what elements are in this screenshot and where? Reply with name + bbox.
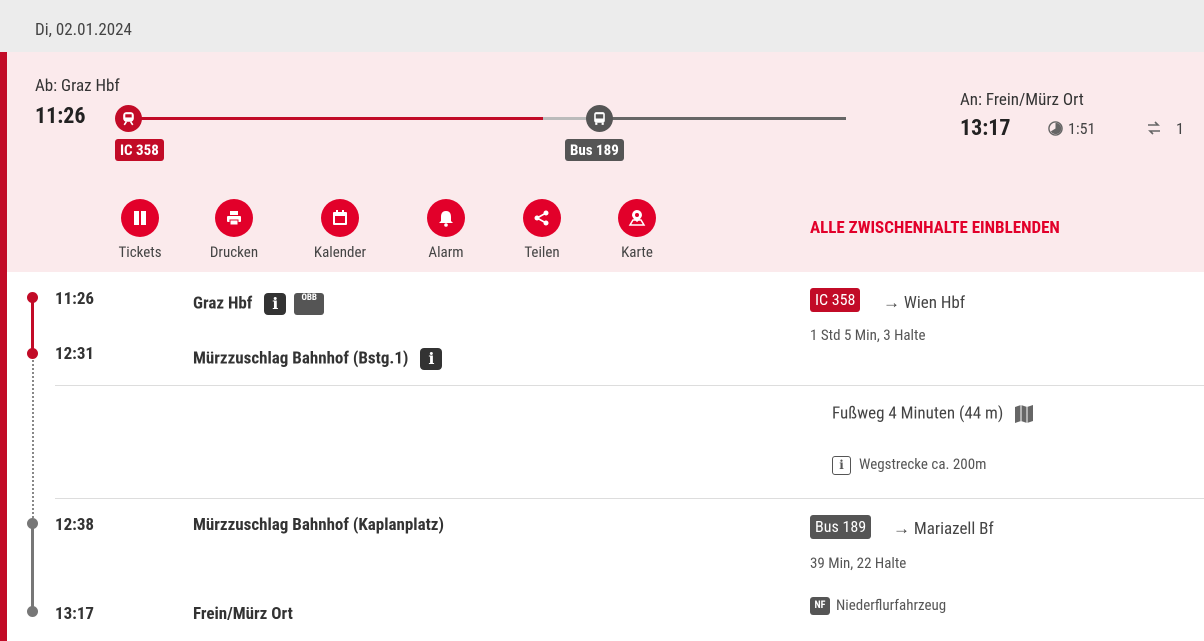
duration-icon	[1048, 121, 1063, 136]
stop-name: Mürzzuschlag Bahnhof (Bstg.1) i	[193, 348, 443, 370]
low-floor-info: NF Niederflurfahrzeug	[810, 596, 946, 616]
map-icon	[618, 199, 656, 237]
info-icon[interactable]: i	[264, 293, 287, 315]
ticket-icon	[121, 199, 159, 237]
stop-dot	[27, 292, 38, 303]
info-icon: i	[832, 455, 851, 475]
print-icon	[215, 199, 253, 237]
divider	[55, 498, 1204, 499]
show-all-stops-link[interactable]: ALLE ZWISCHENHALTE EINBLENDEN	[810, 218, 1060, 238]
dep-time: 11:26	[55, 289, 95, 309]
bus-line-badge: Bus 189	[565, 139, 624, 161]
print-button[interactable]: Drucken	[207, 199, 261, 261]
date-label: Di, 02.01.2024	[35, 20, 132, 40]
bus-leg-line	[31, 523, 34, 611]
obb-logo-icon: ÖBB	[294, 293, 325, 315]
calendar-button[interactable]: Kalender	[313, 199, 367, 261]
connection-summary[interactable]	[0, 52, 1204, 272]
departure-label: Ab: Graz Hbf	[35, 76, 120, 96]
train-line-badge: IC 358	[810, 288, 861, 312]
transfers-value: 1	[1176, 119, 1184, 138]
map-icon[interactable]	[1013, 403, 1035, 425]
info-icon[interactable]: i	[420, 348, 443, 370]
divider	[55, 385, 1204, 386]
tickets-button[interactable]: Tickets	[113, 199, 167, 261]
bus-leg-info: 39 Min, 22 Halte	[810, 554, 907, 572]
train-direction: → Wien Hbf	[883, 293, 966, 313]
selected-indicator	[0, 52, 7, 641]
stop-name: Frein/Mürz Ort	[193, 604, 293, 624]
train-leg-line	[31, 297, 34, 353]
walk-leg-line	[32, 360, 34, 522]
bus-direction: → Mariazell Bf	[893, 519, 994, 539]
arrival-label: An: Frein/Mürz Ort	[960, 90, 1084, 110]
share-icon	[523, 199, 561, 237]
bus-segment-line	[598, 117, 846, 120]
transfer-icon	[1146, 120, 1162, 136]
share-button[interactable]: Teilen	[515, 199, 569, 261]
low-floor-icon: NF	[810, 597, 830, 616]
departure-time: 11:26	[35, 104, 86, 129]
alarm-button[interactable]: Alarm	[419, 199, 473, 261]
arr-time: 12:31	[55, 344, 95, 364]
stop-dot	[27, 606, 38, 617]
stop-name: Graz Hbf i ÖBB	[193, 293, 325, 315]
arr-time: 13:17	[55, 604, 95, 624]
stop-dot	[27, 348, 38, 359]
arrival-time: 13:17	[960, 116, 1011, 141]
date-header: Di, 02.01.2024	[0, 0, 1204, 52]
bus-line-badge: Bus 189	[810, 515, 872, 539]
train-icon	[115, 105, 142, 132]
bell-icon	[427, 199, 465, 237]
walk-note: i Wegstrecke ca. 200m	[832, 455, 986, 475]
map-button[interactable]: Karte	[610, 199, 664, 261]
train-leg-info: 1 Std 5 Min, 3 Halte	[810, 326, 926, 344]
calendar-icon	[321, 199, 359, 237]
duration-value: 1:51	[1068, 119, 1096, 138]
dep-time: 12:38	[55, 515, 95, 535]
stop-dot	[27, 518, 38, 529]
stop-name: Mürzzuschlag Bahnhof (Kaplanplatz)	[193, 515, 444, 535]
train-line-badge: IC 358	[115, 139, 164, 161]
train-segment-line	[140, 117, 543, 120]
bus-icon	[586, 105, 613, 132]
walk-info: Fußweg 4 Minuten (44 m)	[832, 403, 1035, 425]
